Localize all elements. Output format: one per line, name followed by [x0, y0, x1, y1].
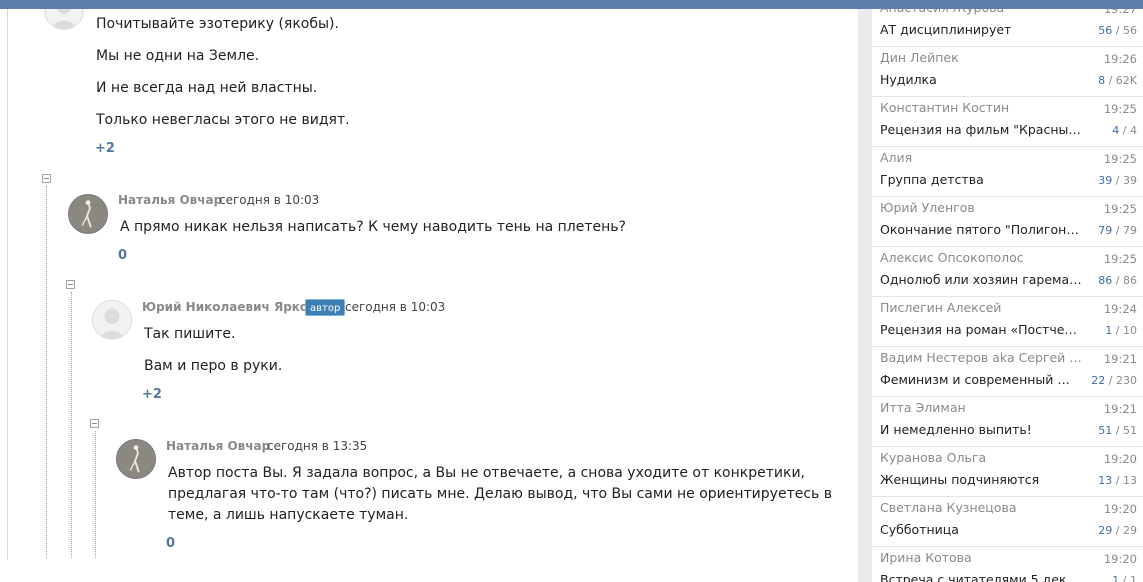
feed-item-count: 22 / 230	[1091, 374, 1137, 387]
comment-author[interactable]: Наталья Овчар	[166, 439, 270, 453]
user-photo-icon	[117, 440, 155, 478]
feed-item-count: 4 / 4	[1112, 124, 1137, 137]
feed-item-title[interactable]: Рецензия на фильм "Красный писатель"	[880, 122, 1083, 137]
feed-item-title[interactable]: И немедленно выпить!	[880, 422, 1032, 437]
comment-paragraph: Мы не одни на Земле.	[96, 48, 260, 64]
feed-item-count: 56 / 56	[1098, 24, 1137, 37]
feed-item-time: 19:25	[1103, 202, 1137, 216]
comment-author[interactable]: Юрий Николаевич Ярков	[142, 300, 316, 314]
feed-item[interactable]: Пислегин Алексей 19:24 Рецензия на роман…	[872, 297, 1143, 347]
feed-item-title[interactable]: Окончание пятого "Полигона".	[880, 222, 1083, 237]
commenter-avatar[interactable]	[92, 300, 132, 340]
feed-item-title[interactable]: Группа детства	[880, 172, 984, 187]
feed-item-title[interactable]: Однолюб или хозяин гарема? Кто он?	[880, 272, 1083, 287]
feed-item[interactable]: Юрий Уленгов 19:25 Окончание пятого "Пол…	[872, 197, 1143, 247]
feed-item-count: 79 / 79	[1098, 224, 1137, 237]
collapse-thread-button[interactable]	[66, 280, 75, 289]
feed-item-title[interactable]: АТ дисциплинирует	[880, 22, 1011, 37]
feed-item-author[interactable]: Светлана Кузнецова	[880, 500, 1017, 515]
feed-item-count: 86 / 86	[1098, 274, 1137, 287]
panel-border	[7, 0, 8, 560]
thread-line	[95, 431, 96, 558]
comment-text: Автор поста Вы. Я задала вопрос, а Вы не…	[168, 465, 832, 523]
feed-item[interactable]: Алексис Опсокополос 19:25 Однолюб или хо…	[872, 247, 1143, 297]
feed-item-count: 8 / 62K	[1098, 74, 1137, 87]
feed-item[interactable]: Светлана Кузнецова 19:20 Субботница 29 /…	[872, 497, 1143, 547]
feed-item-title[interactable]: Рецензия на роман «Постчеловек»	[880, 322, 1083, 337]
commenter-avatar[interactable]	[116, 439, 156, 479]
feed-item-count: 39 / 39	[1098, 174, 1137, 187]
collapse-thread-button[interactable]	[42, 174, 51, 183]
feed-item-time: 19:25	[1103, 252, 1137, 266]
feed-item[interactable]: Ирина Котова 19:20 Встреча с читателями …	[872, 547, 1143, 582]
comment-paragraph: И не всегда над ней властны.	[96, 80, 318, 96]
feed-item-author[interactable]: Константин Костин	[880, 100, 1009, 115]
feed-item-author[interactable]: Дин Лейпек	[880, 50, 959, 65]
feed-item-count: 1 / 1	[1112, 574, 1137, 582]
comment-rating[interactable]: 0	[118, 248, 127, 263]
feed-item-author[interactable]: Вадим Нестеров aka Сергей Волков	[880, 350, 1082, 365]
top-navigation-bar	[0, 0, 1143, 9]
feed-item-author[interactable]: Алия	[880, 150, 912, 165]
feed-item-title[interactable]: Встреча с читателями 5 декабря	[880, 572, 1083, 582]
comment-rating[interactable]: +2	[95, 141, 115, 156]
feed-item-author[interactable]: Юрий Уленгов	[880, 200, 975, 215]
comment-date[interactable]: сегодня в 13:35	[267, 439, 367, 453]
comment-paragraph: Почитывайте эзотерику (якобы).	[96, 16, 339, 32]
feed-item-author[interactable]: Ирина Котова	[880, 550, 972, 565]
feed-item[interactable]: Алия 19:25 Группа детства 39 / 39	[872, 147, 1143, 197]
commenter-avatar[interactable]	[68, 194, 108, 234]
feed-item-author[interactable]: Пислегин Алексей	[880, 300, 1001, 315]
collapse-thread-button[interactable]	[90, 419, 99, 428]
feed-item-time: 19:25	[1103, 152, 1137, 166]
feed-item-title[interactable]: Женщины подчиняются	[880, 472, 1039, 487]
comment-date[interactable]: сегодня в 10:03	[345, 300, 445, 314]
feed-item[interactable]: Константин Костин 19:25 Рецензия на филь…	[872, 97, 1143, 147]
feed-item-author[interactable]: Итта Элиман	[880, 400, 966, 415]
feed-item[interactable]: Вадим Нестеров aka Сергей Волков 19:21 Ф…	[872, 347, 1143, 397]
feed-item-title[interactable]: Феминизм и современный женский роман	[880, 372, 1075, 387]
feed-item-time: 19:26	[1103, 52, 1137, 66]
comment-rating[interactable]: 0	[166, 536, 175, 551]
feed-item-time: 19:21	[1103, 352, 1137, 366]
feed-item[interactable]: Куранова Ольга 19:20 Женщины подчиняются…	[872, 447, 1143, 497]
comment-rating[interactable]: +2	[142, 387, 162, 402]
user-photo-icon	[69, 195, 107, 233]
live-feed-sidebar: Анастасия Журова 19:27 АТ дисциплинирует…	[872, 0, 1143, 582]
comment-date[interactable]: сегодня в 10:03	[219, 193, 319, 207]
comment-paragraph: Только невегласы этого не видят.	[96, 112, 350, 128]
feed-item-time: 19:21	[1103, 402, 1137, 416]
feed-item-author[interactable]: Алексис Опсокополос	[880, 250, 1024, 265]
feed-item-time: 19:25	[1103, 102, 1137, 116]
feed-item-count: 13 / 13	[1098, 474, 1137, 487]
feed-item-count: 51 / 51	[1098, 424, 1137, 437]
comment-paragraph: Вам и перо в руки.	[144, 358, 283, 374]
comments-panel: Почитывайте эзотерику (якобы). Мы не одн…	[0, 0, 858, 582]
default-user-icon	[97, 308, 127, 339]
feed-item-time: 19:24	[1103, 302, 1137, 316]
feed-item-author[interactable]: Куранова Ольга	[880, 450, 986, 465]
feed-item-count: 1 / 10	[1105, 324, 1137, 337]
comment-paragraph: Так пишите.	[144, 326, 236, 342]
feed-item-title[interactable]: Субботница	[880, 522, 959, 537]
comment-author[interactable]: Наталья Овчар	[118, 193, 222, 207]
feed-item-time: 19:20	[1103, 552, 1137, 566]
feed-item[interactable]: Дин Лейпек 19:26 Нудилка 8 / 62K	[872, 47, 1143, 97]
thread-line	[46, 186, 47, 558]
feed-item-time: 19:20	[1103, 502, 1137, 516]
feed-item[interactable]: Итта Элиман 19:21 И немедленно выпить! 5…	[872, 397, 1143, 447]
thread-line	[71, 292, 72, 558]
feed-item-time: 19:20	[1103, 452, 1137, 466]
comment-paragraph: А прямо никак нельзя написать? К чему на…	[120, 219, 626, 235]
author-badge: автор	[305, 299, 346, 316]
feed-item-count: 29 / 29	[1098, 524, 1137, 537]
feed-item-title[interactable]: Нудилка	[880, 72, 937, 87]
